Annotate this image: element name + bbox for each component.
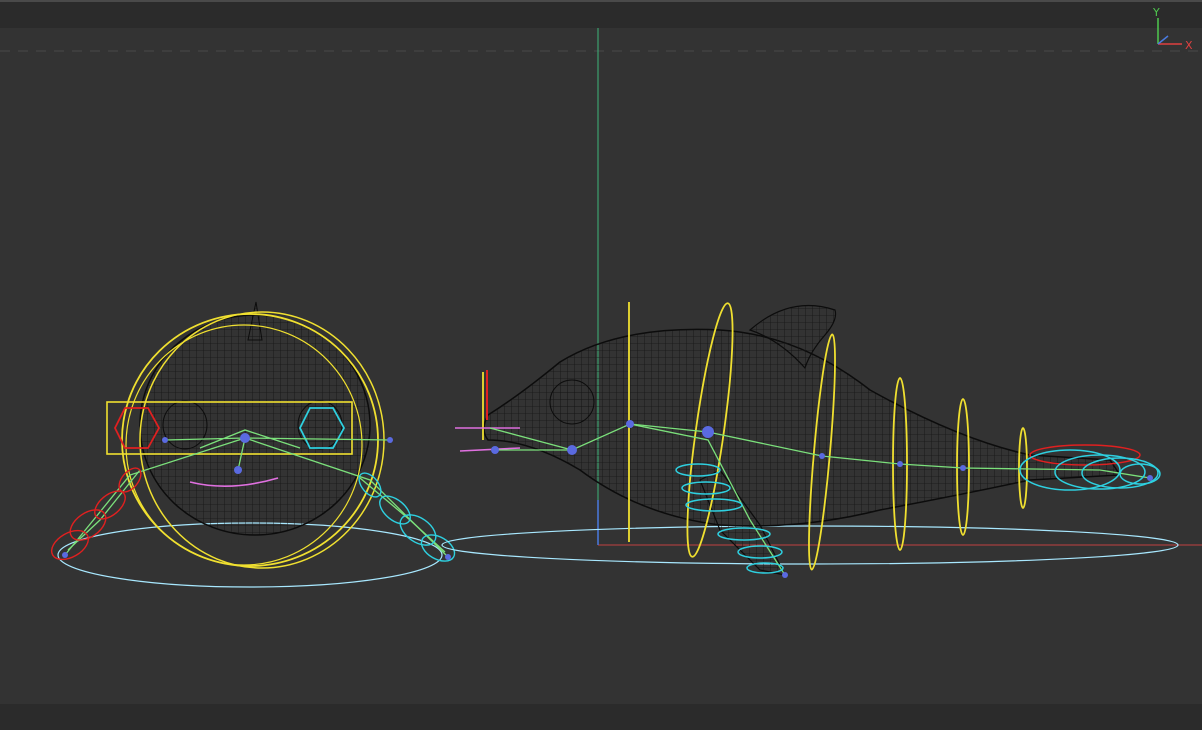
front-view-rig[interactable] (47, 301, 459, 588)
side-view-rig[interactable] (441, 301, 1179, 578)
axis-x-label: X (1185, 39, 1193, 52)
3d-viewport[interactable] (0, 28, 1202, 704)
viewport-top-bar (0, 0, 1202, 28)
axis-gizmo: Y X (1140, 6, 1200, 58)
axis-y-label: Y (1153, 6, 1160, 19)
viewport-canvas[interactable] (0, 28, 1202, 704)
side-eye (549, 379, 595, 425)
front-left-eye (162, 400, 208, 450)
viewport-bottom-bar (0, 704, 1202, 730)
